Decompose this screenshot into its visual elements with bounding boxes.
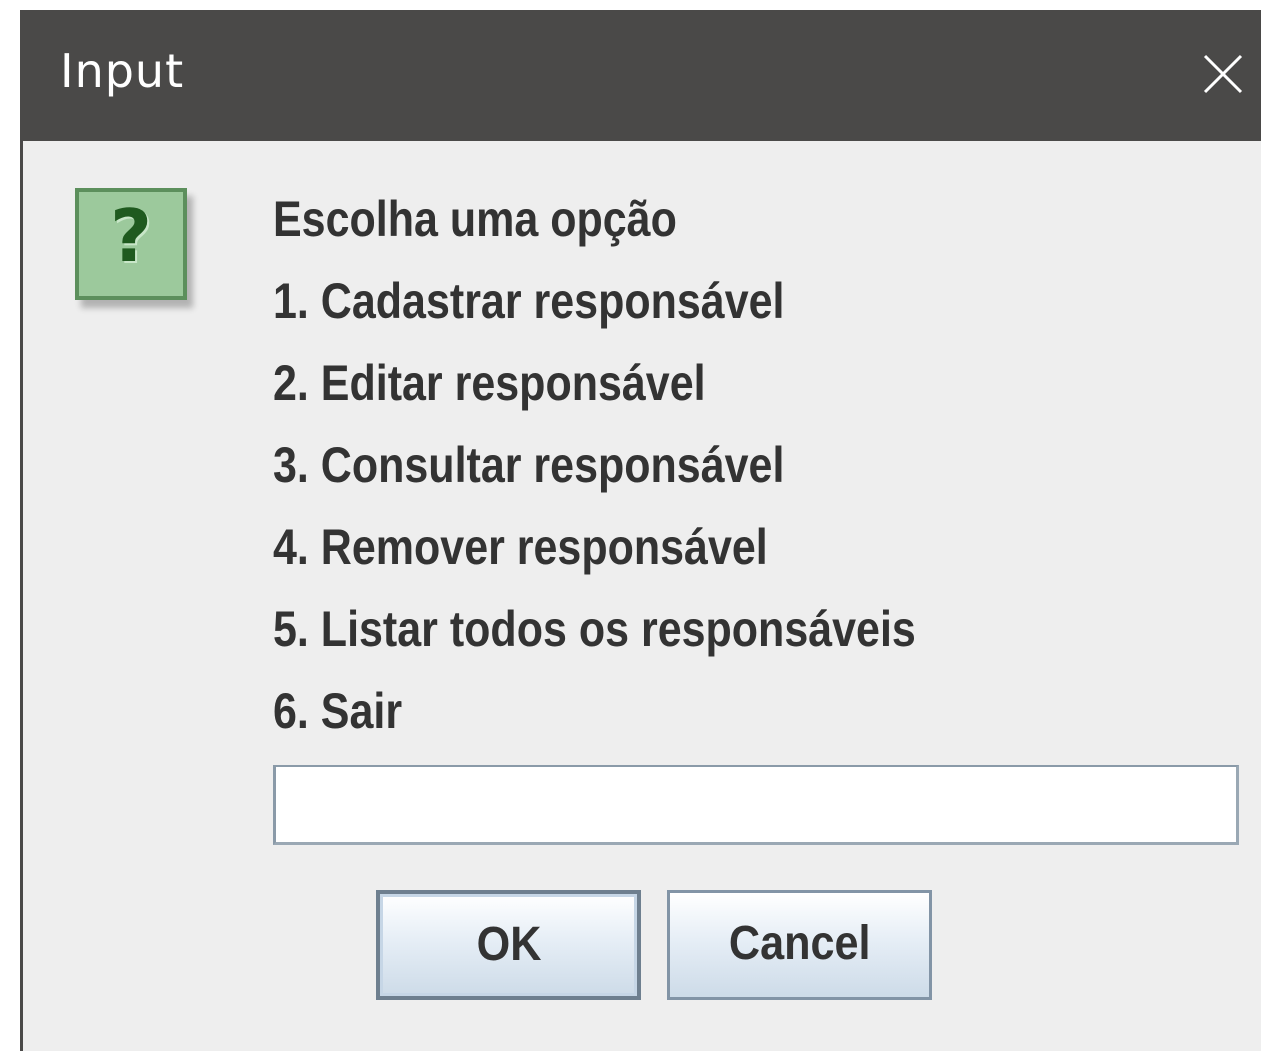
menu-option-1: 1. Cadastrar responsável: [273, 273, 785, 329]
option-input-field[interactable]: [273, 765, 1239, 845]
input-dialog-window: Input ? Escolha uma opção 1. Cadastrar r…: [20, 10, 1261, 1051]
ok-button[interactable]: OK: [376, 890, 641, 1000]
menu-option-2: 2. Editar responsável: [273, 355, 706, 411]
menu-option-3: 3. Consultar responsável: [273, 437, 785, 493]
menu-option-4: 4. Remover responsável: [273, 519, 768, 575]
cancel-button-label: Cancel: [728, 917, 871, 970]
menu-option-6: 6. Sair: [273, 683, 403, 739]
ok-button-label: OK: [476, 918, 541, 971]
close-button[interactable]: [1197, 48, 1249, 100]
title-bar[interactable]: Input: [23, 10, 1261, 141]
menu-option-5: 5. Listar todos os responsáveis: [273, 601, 916, 657]
close-icon: [1203, 54, 1243, 94]
question-icon: ?: [75, 188, 187, 300]
question-mark-glyph: ?: [110, 194, 152, 278]
message-prompt: Escolha uma opção: [273, 191, 677, 247]
window-title: Input: [60, 44, 185, 98]
cancel-button[interactable]: Cancel: [667, 890, 932, 1000]
